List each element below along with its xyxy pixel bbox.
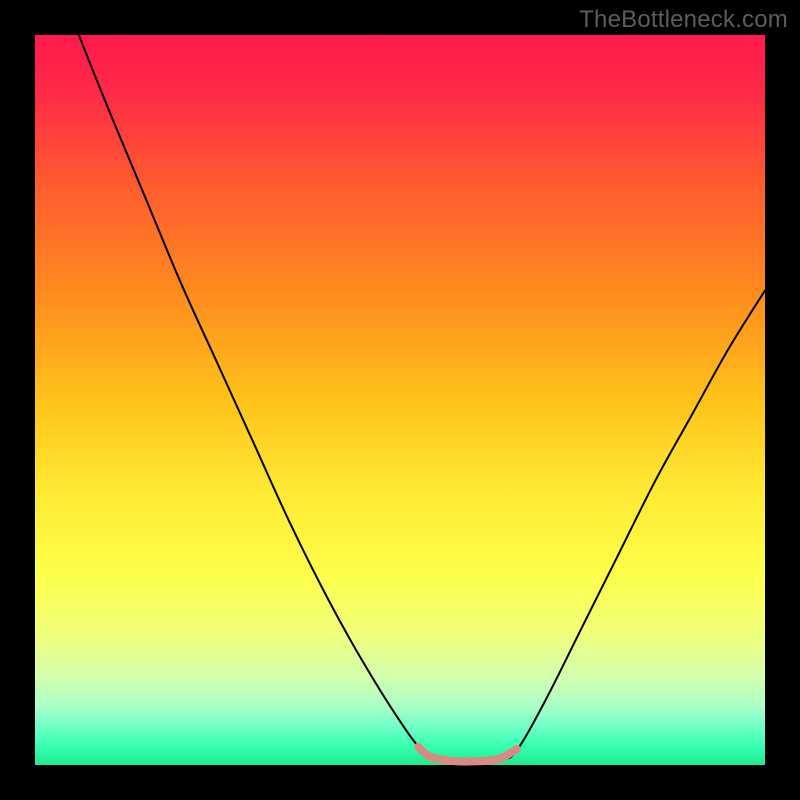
watermark-text: TheBottleneck.com — [579, 6, 788, 34]
chart-frame: TheBottleneck.com — [0, 0, 800, 800]
heatmap-background — [35, 35, 765, 765]
bottleneck-chart — [0, 0, 800, 800]
